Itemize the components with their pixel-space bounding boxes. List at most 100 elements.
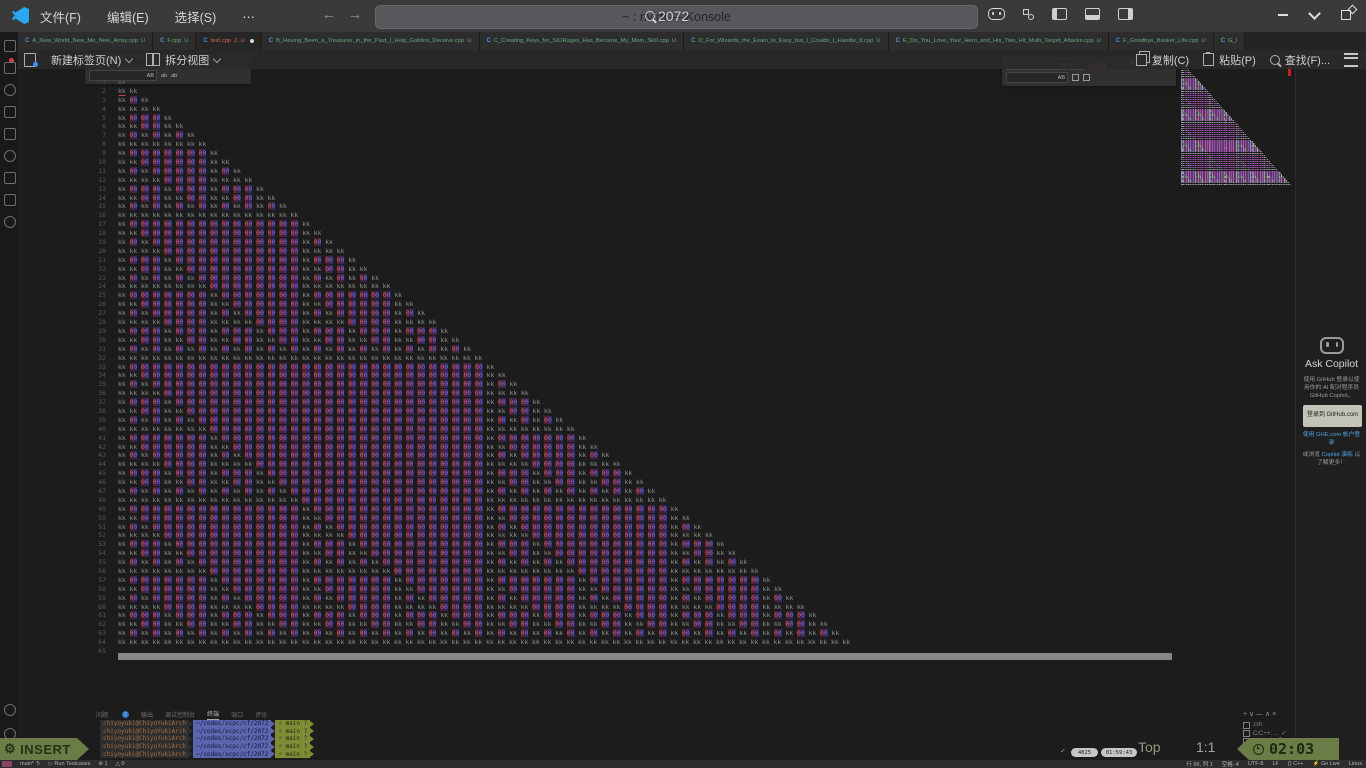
editor-tab[interactable]: Ctest.cpp2, U [196, 32, 261, 50]
toggle-sidebar-icon[interactable] [1052, 8, 1067, 20]
statusbar-item[interactable]: ⚡ Go Live [1313, 761, 1340, 767]
horizontal-scrollbar[interactable] [118, 653, 1172, 660]
paste-button[interactable]: 粘贴(P) [1203, 52, 1256, 68]
panel-tab-调试控制台[interactable]: 调试控制台 [165, 710, 195, 719]
replace-all-icon[interactable] [1083, 74, 1090, 81]
buffer-line: 61kk000000kk000000kk000000kk000000kk0000… [18, 611, 854, 620]
menu-item[interactable]: 编辑(E) [107, 7, 149, 26]
cpp-file-icon: C [1221, 38, 1225, 44]
run-testcases-button[interactable]: ▷ Run Testcases [49, 761, 91, 767]
chat-icon[interactable] [4, 194, 16, 206]
toggle-panel-icon[interactable] [1085, 8, 1100, 20]
statusbar-item[interactable]: UTF-8 [1248, 761, 1264, 767]
ghe-signin-link[interactable]: 使用 GHE.com 帐户登录 [1301, 431, 1362, 447]
menu-item[interactable]: 选择(S) [175, 7, 217, 26]
terminal-prompt-row: chiyoyuki@ChiyoYukiArch~/codes/xcpc/cf/2… [100, 743, 314, 751]
explorer-icon[interactable] [4, 40, 16, 52]
replace-input[interactable]: AB [89, 70, 157, 81]
replace-all-icon[interactable]: ab [171, 73, 177, 79]
activity-bar [0, 32, 18, 768]
copilot-docs-link[interactable]: Copilot 演练 [1322, 452, 1353, 458]
panel-tab-终端[interactable]: 终端 [207, 709, 219, 720]
buffer-line: 63kk00kk00kk00kk00kk00kk00kk00kk00kk00kk… [18, 629, 854, 638]
panel-tab-问题[interactable]: 问题 [96, 710, 108, 719]
replace-one-icon[interactable] [1072, 74, 1079, 81]
editor-tab[interactable]: CC_Creating_Keys_for_StORages_Has_Become… [480, 32, 685, 50]
editor-tab[interactable]: CF_Goodbye_Banker_Life.cppU [1109, 32, 1214, 50]
cpp-file-icon: C [160, 38, 164, 44]
statusbar-item[interactable]: 空格: 4 [1222, 760, 1239, 768]
github-signin-button[interactable]: 登录到 GitHub.com [1303, 405, 1362, 427]
terminal-list-item[interactable]: zsh [1243, 721, 1288, 729]
buffer-line: 20kkkkkkkk000000000000000000000000kkkkkk… [18, 247, 854, 256]
back-arrow-icon[interactable]: ← [322, 6, 336, 22]
editor-tab[interactable]: CA_New_World_New_Me_New_Array.cppU [18, 32, 153, 50]
statusbar-item[interactable]: LF [1272, 761, 1278, 767]
git-branch-item[interactable]: main*↻ [20, 761, 41, 767]
modified-dot-icon[interactable] [250, 39, 254, 43]
warnings-item[interactable]: △ 0 [116, 761, 125, 767]
tab-label: E_Do_You_Love_Your_Hero_and_His_Two_Hit_… [903, 38, 1094, 44]
chevron-down-icon[interactable] [1308, 7, 1321, 20]
buffer-line: 33kk000000000000000000000000000000000000… [18, 363, 854, 372]
menu-item[interactable]: ⋯ [242, 9, 255, 24]
preserve-case-icon[interactable]: AB [1058, 75, 1065, 81]
restore-icon[interactable] [1341, 10, 1351, 20]
menu-item[interactable]: 文件(F) [40, 7, 81, 26]
run-debug-icon[interactable] [4, 106, 16, 118]
buffer-line: 19kk00kk00000000000000000000000000kk00kk [18, 238, 854, 247]
extensions-icon[interactable] [4, 128, 16, 140]
account-icon[interactable] [4, 704, 16, 716]
preserve-case-icon[interactable]: AB [147, 73, 154, 79]
split-view-button[interactable]: 拆分视图 [146, 52, 220, 68]
panel-tab-端口[interactable]: 端口 [231, 710, 243, 719]
tools-icon[interactable] [4, 216, 16, 228]
remote-indicator[interactable] [2, 761, 12, 767]
source-control-icon[interactable] [4, 84, 16, 96]
panel-tab-评论[interactable]: 评论 [255, 710, 267, 719]
forward-arrow-icon[interactable]: → [348, 6, 362, 22]
customize-layout-icon[interactable] [1023, 9, 1034, 20]
buffer-line: 50kkkk0000000000000000000000000000kkkk00… [18, 514, 854, 523]
hamburger-menu-button[interactable] [1344, 53, 1358, 67]
statusbar-item[interactable]: 行 66, 列 1 [1186, 760, 1212, 768]
editor-tab[interactable]: CF.cppU [153, 32, 196, 50]
clock-label: 02:03 [1269, 740, 1314, 758]
copilot-icon[interactable] [988, 8, 1005, 20]
terminal-output[interactable]: chiyoyuki@ChiyoYukiArch~/codes/xcpc/cf/2… [100, 720, 314, 758]
copilot-icon [1320, 337, 1344, 354]
buffer-line: 11kk00kk0000000000kk00kk [18, 167, 854, 176]
search-icon[interactable] [4, 62, 16, 74]
statusbar-item[interactable]: Linux [1349, 761, 1362, 767]
remote-icon[interactable] [4, 150, 16, 162]
new-tab-button[interactable]: 新建标签页(N) [24, 52, 132, 68]
vim-buffer[interactable]: 1kk2kkkk3kk00kk4kkkkkkkk5kk000000kk6kkkk… [18, 78, 854, 656]
copilot-title: Ask Copilot [1296, 358, 1366, 370]
editor-tab[interactable]: CG_I [1214, 32, 1246, 50]
editor-tab[interactable]: CE_Do_You_Love_Your_Hero_and_His_Two_Hit… [889, 32, 1109, 50]
editor-tab[interactable]: CD_For_Wizards_the_Exam_Is_Easy_but_I_Co… [684, 32, 889, 50]
buffer-line: 6kkkk0000kkkk [18, 122, 854, 131]
statusbar-item[interactable]: {} C++ [1288, 761, 1304, 767]
errors-item[interactable]: ⊗ 1 [98, 761, 107, 767]
find-label: 查找(F)... [1285, 52, 1330, 68]
minimize-icon[interactable] [1278, 14, 1288, 16]
tab-label: F_Goodbye_Banker_Life.cpp [1123, 38, 1198, 44]
toggle-secondary-sidebar-icon[interactable] [1118, 8, 1133, 20]
tab-git-badge: U [141, 38, 145, 44]
terminal-list-item[interactable]: C/C++: … ✓ [1243, 729, 1288, 737]
copy-button[interactable]: 复制(C) [1136, 52, 1189, 68]
replace-one-icon[interactable]: ab [161, 73, 167, 79]
count-pill: 4025 [1071, 748, 1098, 757]
paste-label: 粘贴(P) [1219, 52, 1256, 68]
testing-icon[interactable] [4, 172, 16, 184]
editor-tab[interactable]: CB_Having_Been_a_Treasurer_in_the_Past_I… [262, 32, 480, 50]
panel-tab-输出[interactable]: 输出 [141, 710, 153, 719]
buffer-line: 36kkkkkkkk000000000000000000000000000000… [18, 389, 854, 398]
replace-input[interactable]: AB [1006, 72, 1068, 83]
find-button[interactable]: 查找(F)... [1270, 52, 1330, 68]
buffer-line: 17kk000000000000000000000000000000kk [18, 220, 854, 229]
cpp-file-icon: C [25, 38, 29, 44]
terminal-actions[interactable]: + ∨ — ∧ × [1243, 710, 1288, 718]
minimap[interactable] [1181, 62, 1293, 190]
